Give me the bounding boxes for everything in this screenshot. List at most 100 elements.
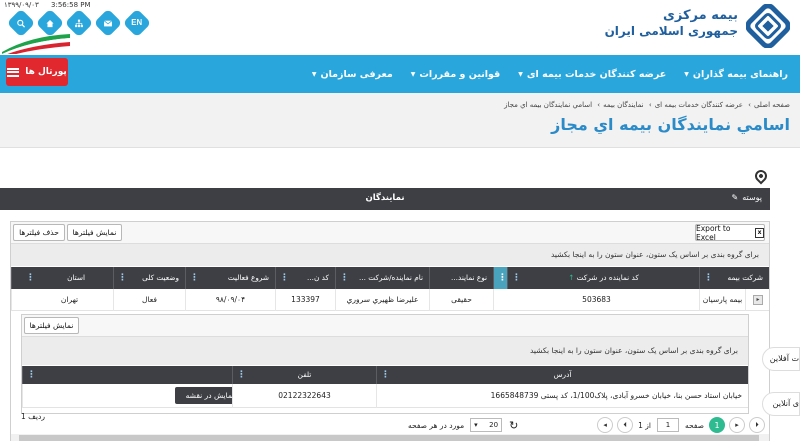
- offline-service-tab[interactable]: ت آفلاین: [762, 347, 800, 371]
- time-text: 3:56:58 PM: [51, 1, 91, 9]
- column-label: کد ن...: [307, 273, 329, 282]
- page-size-select[interactable]: ▾ 20: [470, 418, 503, 432]
- column-header-agent-code[interactable]: کد نماینده در شرکت ↑ ⋮: [507, 267, 699, 289]
- nav-item-about[interactable]: معرفی سازمان ▼: [312, 69, 393, 80]
- column-menu-icon[interactable]: ⋮: [118, 267, 127, 289]
- nav-items: معرفی سازمان ▼ قوانین و مقررات ▼ عرضه کنند…: [312, 55, 788, 93]
- sitemap-icon: [75, 19, 83, 27]
- horizontal-scrollbar[interactable]: [11, 434, 769, 441]
- show-filters-button[interactable]: نمایش فیلترها: [67, 224, 122, 241]
- refresh-icon[interactable]: ↻: [509, 419, 518, 432]
- page-number-input[interactable]: 1: [656, 418, 679, 432]
- breadcrumb-separator: ›: [648, 101, 652, 109]
- top-header: ۱۳۹۹/۰۹/۰۳ 3:56:58 PM EN بیمه مرکزی جمهو…: [0, 0, 800, 54]
- table-row[interactable]: ▸ بیمه پارسیان 503683 حقیقی علیرضا ظهيري…: [11, 289, 769, 311]
- agents-tab[interactable]: نمایندگان: [0, 193, 770, 203]
- column-menu-icon[interactable]: ⋮: [237, 366, 246, 384]
- mail-icon: [103, 19, 113, 26]
- excel-icon: x: [755, 227, 764, 238]
- location-pin-icon[interactable]: [752, 167, 770, 185]
- column-menu-icon[interactable]: ⋮: [340, 267, 349, 289]
- detail-row[interactable]: خیابان استاد حسن بنا، خیابان خسرو آبادی،…: [22, 384, 748, 408]
- column-header-agent-name[interactable]: نام نماينده/شرکت ... ⋮: [335, 267, 429, 289]
- main-nav: معرفی سازمان ▼ قوانین و مقررات ▼ عرضه کنند…: [0, 55, 800, 93]
- breadcrumb-providers[interactable]: عرضه کنندگان خدمات بیمه ای: [655, 101, 743, 109]
- next-page-button[interactable]: ▸: [729, 417, 745, 433]
- export-excel-button[interactable]: Export to Excel x: [695, 223, 765, 242]
- portals-button[interactable]: پورتال ها: [6, 58, 68, 86]
- cell-company: بیمه پارسیان: [699, 289, 745, 311]
- show-on-map-button[interactable]: نمایش در نقشه: [175, 387, 232, 404]
- per-page-label: مورد در هر صفحه: [408, 420, 465, 430]
- column-menu-icon[interactable]: ⋮: [704, 267, 713, 289]
- nav-item-laws[interactable]: قوانین و مقررات ▼: [411, 69, 500, 80]
- row-expander-cell: ▸: [745, 289, 769, 311]
- last-page-button[interactable]: ⏵: [749, 417, 765, 433]
- column-menu-icon[interactable]: ⋮: [190, 267, 199, 289]
- export-excel-label: Export to Excel: [696, 223, 731, 242]
- column-header-status[interactable]: وضعیت کلی ⋮: [113, 267, 185, 289]
- column-menu-icon[interactable]: ⋮: [280, 267, 289, 289]
- nav-item-guide[interactable]: راهنمای بیمه گذاران ▼: [684, 69, 788, 80]
- column-menu-icon[interactable]: ⋮: [512, 267, 521, 289]
- column-header-start-date[interactable]: شروع فعالیت ⋮: [185, 267, 275, 289]
- section-header: نمایندگان پوسته ✎: [0, 188, 770, 210]
- agents-grid: حذف فیلترها نمایش فیلترها Export to Exce…: [10, 221, 770, 441]
- detail-show-filters-button[interactable]: نمایش فیلترها: [24, 317, 79, 334]
- shield-icon: ✎: [731, 193, 739, 202]
- detail-toolbar: نمایش فیلترها: [22, 315, 748, 337]
- nav-item-providers[interactable]: عرضه کنندگان خدمات بیمه ای ▼: [518, 69, 666, 80]
- scrollbar-thumb[interactable]: [19, 435, 759, 441]
- nav-item-label: راهنمای بیمه گذاران: [692, 68, 788, 80]
- column-header-province[interactable]: استان ⋮: [11, 267, 113, 289]
- breadcrumb-home[interactable]: صفحه اصلی: [754, 101, 790, 109]
- breadcrumb-agents[interactable]: نمایندگان بیمه: [603, 101, 644, 109]
- post-link[interactable]: پوسته ✎: [732, 193, 762, 202]
- column-header-address[interactable]: آدرس ⋮: [376, 366, 748, 384]
- cell-province: تهران: [11, 289, 113, 311]
- org-name-line1: بیمه مرکزی: [662, 8, 738, 23]
- org-logo[interactable]: [746, 4, 790, 48]
- breadcrumb: صفحه اصلی› عرضه کنندگان خدمات بیمه ای› ن…: [504, 101, 790, 109]
- iran-flag-ribbon: [2, 34, 70, 54]
- org-name: بیمه مرکزی جمهوری اسلامی ایران: [605, 8, 738, 39]
- column-header-agent-type[interactable]: نوع نمايند...: [429, 267, 493, 289]
- cell-code: 133397: [275, 289, 335, 311]
- column-resize-handle[interactable]: ⋮: [493, 267, 507, 289]
- column-menu-icon[interactable]: ⋮: [26, 267, 35, 289]
- sort-asc-icon: ↑: [568, 273, 575, 282]
- column-header-code[interactable]: کد ن... ⋮: [275, 267, 335, 289]
- column-menu-icon[interactable]: ⋮: [27, 366, 36, 384]
- chevron-right-icon: ▸: [735, 421, 739, 429]
- column-label: نام نماينده/شرکت ...: [359, 273, 423, 282]
- detail-header-row: آدرس ⋮ تلفن ⋮ ⋮: [22, 366, 748, 384]
- first-page-icon: ⏴: [623, 420, 627, 429]
- menu-icon: [7, 67, 20, 77]
- column-label: نوع نمايند...: [451, 273, 487, 282]
- contact-button[interactable]: [93, 8, 123, 38]
- first-page-button[interactable]: ⏴: [617, 417, 634, 433]
- cell-agent-code: 503683: [493, 289, 699, 311]
- detail-group-panel[interactable]: برای گروه بندی بر اساس یک ستون، عنوان ست…: [22, 337, 748, 365]
- column-label: وضعیت کلی: [142, 273, 179, 282]
- group-panel[interactable]: برای گروه بندی بر اساس یک ستون، عنوان ست…: [11, 244, 769, 266]
- chevron-left-icon: ◂: [603, 421, 607, 429]
- grid-header-row: شرکت بیمه ⋮ کد نماینده در شرکت ↑ ⋮ ⋮ نوع ن…: [11, 267, 769, 289]
- current-page-button[interactable]: 1: [709, 417, 725, 433]
- column-header-phone[interactable]: تلفن ⋮: [232, 366, 376, 384]
- expand-row-icon[interactable]: ▸: [753, 295, 763, 305]
- column-menu-icon[interactable]: ⋮: [498, 267, 507, 289]
- breadcrumb-separator: ›: [748, 101, 751, 109]
- online-service-tab[interactable]: ی آنلاین: [762, 392, 800, 416]
- chevron-down-icon: ▼: [410, 70, 416, 78]
- last-page-icon: ⏵: [755, 420, 759, 429]
- datetime: ۱۳۹۹/۰۹/۰۳ 3:56:58 PM: [4, 1, 101, 9]
- column-menu-icon[interactable]: ⋮: [381, 366, 390, 384]
- grid-toolbar: حذف فیلترها نمایش فیلترها Export to Exce…: [11, 222, 769, 244]
- language-button[interactable]: EN: [122, 8, 152, 38]
- chevron-down-icon: ▾: [474, 421, 478, 429]
- cell-phone: 02122322643: [232, 384, 376, 408]
- prev-page-button[interactable]: ◂: [597, 417, 614, 433]
- clear-filters-button[interactable]: حذف فیلترها: [13, 224, 65, 241]
- column-header-company[interactable]: شرکت بیمه ⋮: [699, 267, 769, 289]
